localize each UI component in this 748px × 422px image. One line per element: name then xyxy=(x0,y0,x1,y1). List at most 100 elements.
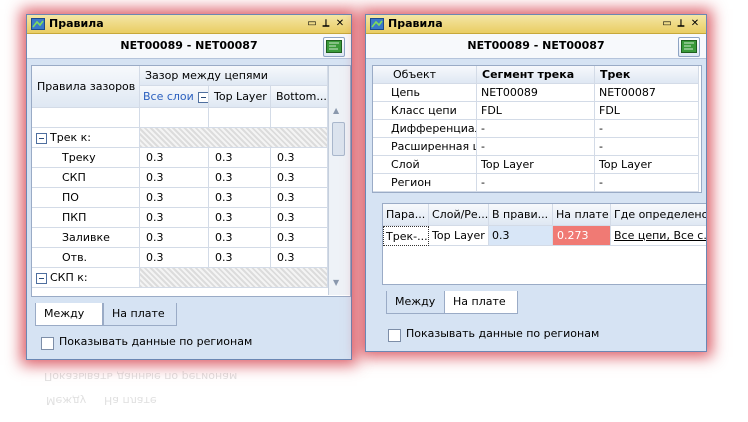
property-label: Слой xyxy=(373,156,477,174)
h-on-board[interactable]: На плате xyxy=(553,204,611,226)
rules-panel-right: Правила ▭ ⟂ ✕ NET00089 - NET00087 Объект… xyxy=(365,14,707,352)
tab-strip: Между На плате xyxy=(35,303,335,327)
rule-row-label[interactable]: СКП xyxy=(32,168,140,188)
value-top-layer[interactable]: 0.3 xyxy=(209,228,271,248)
col-rules-header[interactable]: Правила зазоров xyxy=(32,66,140,108)
highlight-nets-button[interactable] xyxy=(323,37,345,57)
board-icon xyxy=(326,40,342,53)
property-value-track[interactable]: - xyxy=(595,120,699,138)
object-properties-grid: Объект Сегмент трека Трек Цепь NET00089 NE… xyxy=(372,65,702,193)
scroll-up-icon[interactable]: ▲ xyxy=(333,106,339,115)
value-all-layers[interactable]: 0.3 xyxy=(140,188,209,208)
value-top-layer[interactable]: 0.3 xyxy=(209,248,271,268)
filter-row xyxy=(271,108,328,128)
regions-checkbox-label: Показывать данные по регионам xyxy=(406,327,600,340)
property-label: Расширенная це xyxy=(373,138,477,156)
board-icon xyxy=(681,40,697,53)
regions-checkbox[interactable] xyxy=(41,337,54,350)
value-all-layers[interactable]: 0.3 xyxy=(140,228,209,248)
value-all-layers[interactable]: 0.3 xyxy=(140,248,209,268)
tab-on-board[interactable]: На плате xyxy=(103,303,177,326)
property-value-segment[interactable]: Top Layer xyxy=(477,156,595,174)
head-segment: Сегмент трека xyxy=(477,66,595,84)
h-where-defined[interactable]: Где определено xyxy=(611,204,706,226)
rule-row-label[interactable]: Заливке xyxy=(32,228,140,248)
rule-row-label[interactable]: Треку xyxy=(32,148,140,168)
property-value-track[interactable]: - xyxy=(595,174,699,192)
property-value-segment[interactable]: - xyxy=(477,120,595,138)
regions-checkbox-label: Показывать данные по регионам xyxy=(59,335,253,348)
regions-checkbox[interactable] xyxy=(388,329,401,342)
nets-title: NET00089 - NET00087 xyxy=(120,39,258,52)
value-bottom[interactable]: 0.3 xyxy=(271,248,328,268)
sub-top-layer-header[interactable]: Top Layer xyxy=(209,86,271,108)
property-label: Регион xyxy=(373,174,477,192)
property-value-track[interactable]: FDL xyxy=(595,102,699,120)
rule-in-rule[interactable]: 0.3 xyxy=(489,226,553,246)
h-layer[interactable]: Слой/Ре... xyxy=(429,204,489,226)
h-in-rule[interactable]: В прави... xyxy=(489,204,553,226)
rule-param[interactable]: Трек-... xyxy=(383,226,429,246)
rule-row-label[interactable]: ПО xyxy=(32,188,140,208)
reflection-tab-left: Между xyxy=(46,394,87,407)
value-bottom[interactable]: 0.3 xyxy=(271,148,328,168)
filter-row xyxy=(209,108,271,128)
rule-row-label[interactable]: ПКП xyxy=(32,208,140,228)
rule-row-label[interactable]: Отв. xyxy=(32,248,140,268)
sub-bottom-header[interactable]: Bottom... xyxy=(271,86,328,108)
property-value-segment[interactable]: - xyxy=(477,174,595,192)
close-icon[interactable]: ✕ xyxy=(333,16,347,31)
value-top-layer[interactable]: 0.3 xyxy=(209,208,271,228)
vertical-scrollbar[interactable]: ▲ ▼ xyxy=(328,66,350,295)
collapse-icon[interactable] xyxy=(36,132,47,144)
property-value-track[interactable]: - xyxy=(595,138,699,156)
value-bottom[interactable]: 0.3 xyxy=(271,168,328,188)
tab-between[interactable]: Между xyxy=(35,303,103,326)
property-value-track[interactable]: NET00087 xyxy=(595,84,699,102)
value-bottom[interactable]: 0.3 xyxy=(271,228,328,248)
group-row-track[interactable]: Трек к: xyxy=(32,128,140,148)
nets-title: NET00089 - NET00087 xyxy=(467,39,605,52)
value-top-layer[interactable]: 0.3 xyxy=(209,188,271,208)
nets-header: NET00089 - NET00087 xyxy=(366,34,706,59)
group-row-fill xyxy=(140,268,328,288)
menu-dropdown-icon[interactable]: ▭ xyxy=(305,16,319,31)
tab-on-board[interactable]: На плате xyxy=(444,291,518,314)
rule-where-defined-link[interactable]: Все цепи, Все с... xyxy=(611,226,706,246)
collapse-icon[interactable] xyxy=(197,91,208,103)
property-label: Класс цепи xyxy=(373,102,477,120)
property-value-segment[interactable]: NET00089 xyxy=(477,84,595,102)
value-bottom[interactable]: 0.3 xyxy=(271,208,328,228)
pin-icon[interactable]: ⟂ xyxy=(319,16,333,31)
filter-row xyxy=(32,108,140,128)
clearance-grid: Правила зазоров Зазор между цепями Все с… xyxy=(31,65,351,297)
property-value-segment[interactable]: - xyxy=(477,138,595,156)
panel-title: Правила xyxy=(49,17,104,30)
value-all-layers[interactable]: 0.3 xyxy=(140,208,209,228)
rule-layer[interactable]: Top Layer xyxy=(429,226,489,246)
collapse-icon[interactable] xyxy=(36,272,47,284)
tab-strip: Между На плате xyxy=(386,291,686,315)
property-value-track[interactable]: Top Layer xyxy=(595,156,699,174)
pin-icon[interactable]: ⟂ xyxy=(674,16,688,31)
value-bottom[interactable]: 0.3 xyxy=(271,188,328,208)
property-value-segment[interactable]: FDL xyxy=(477,102,595,120)
filter-row xyxy=(140,108,209,128)
group-row-skp[interactable]: СКП к: xyxy=(32,268,140,288)
menu-dropdown-icon[interactable]: ▭ xyxy=(660,16,674,31)
scroll-down-icon[interactable]: ▼ xyxy=(333,278,339,287)
nets-header: NET00089 - NET00087 xyxy=(27,34,351,59)
rule-on-board[interactable]: 0.273 xyxy=(553,226,611,246)
value-all-layers[interactable]: 0.3 xyxy=(140,148,209,168)
value-top-layer[interactable]: 0.3 xyxy=(209,148,271,168)
h-param[interactable]: Пара... xyxy=(383,204,429,226)
value-all-layers[interactable]: 0.3 xyxy=(140,168,209,188)
sub-all-layers-header[interactable]: Все слои xyxy=(140,86,209,108)
value-top-layer[interactable]: 0.3 xyxy=(209,168,271,188)
tab-between[interactable]: Между xyxy=(386,291,446,314)
close-icon[interactable]: ✕ xyxy=(688,16,702,31)
group-row-fill xyxy=(140,128,328,148)
head-object: Объект xyxy=(373,66,477,84)
scroll-thumb[interactable] xyxy=(332,122,345,156)
highlight-nets-button[interactable] xyxy=(678,37,700,57)
